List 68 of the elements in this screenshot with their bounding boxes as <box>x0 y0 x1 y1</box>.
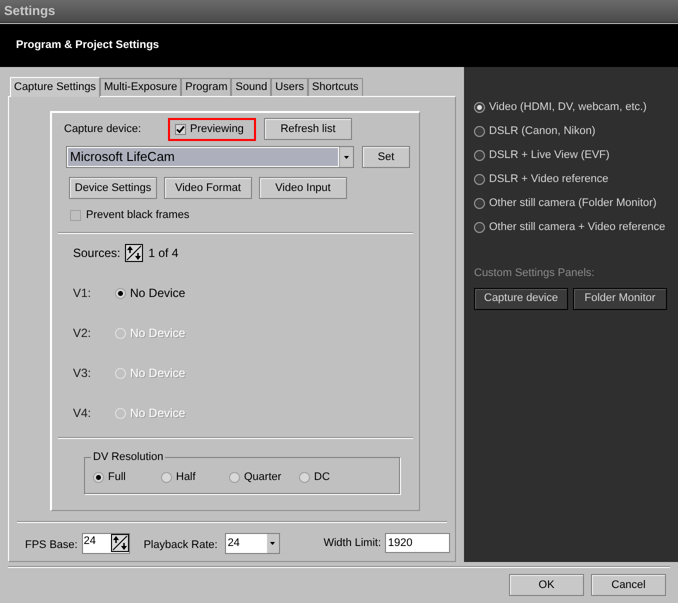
checkbox[interactable] <box>175 124 186 134</box>
dropdown-arrow-icon[interactable] <box>270 542 276 544</box>
group-title: DV Resolution <box>91 451 166 463</box>
camera-type-label: DSLR + Video reference <box>489 172 608 187</box>
tab[interactable]: Sound <box>231 78 272 96</box>
dialog-button[interactable]: OK <box>509 574 584 596</box>
radio-button[interactable] <box>474 222 485 232</box>
camera-type-label: Video (HDMI, DV, webcam, etc.) <box>489 100 647 115</box>
checkbox-label: Previewing <box>190 122 244 137</box>
playback-rate-dropdown[interactable]: 24 <box>224 532 280 554</box>
radio-button[interactable] <box>474 174 485 184</box>
custom-panel-button[interactable]: Folder Monitor <box>573 288 667 310</box>
window-title: Settings <box>4 2 56 20</box>
tab[interactable]: Multi-Exposure <box>100 78 182 96</box>
camera-type-label: DSLR (Canon, Nikon) <box>489 124 596 139</box>
tab[interactable]: Shortcuts <box>308 78 362 96</box>
radio-button[interactable] <box>474 126 485 136</box>
tab[interactable]: Program <box>181 78 232 96</box>
refresh-list-button[interactable]: Refresh list <box>264 118 352 140</box>
source-device: No Device <box>130 365 186 382</box>
camera-type-label: Other still camera (Folder Monitor) <box>489 196 656 211</box>
device-dropdown[interactable]: Microsoft LifeCam <box>66 146 354 168</box>
spinner-icon[interactable] <box>110 534 129 552</box>
radio-button[interactable] <box>474 102 485 112</box>
width-limit-field[interactable]: 1920 <box>385 533 450 553</box>
device-option-button[interactable]: Video Input <box>259 177 347 199</box>
dropdown-value: Microsoft LifeCam <box>68 148 338 166</box>
checkmark-icon <box>176 124 185 134</box>
source-label: V2: <box>73 325 92 342</box>
fps-base-label: FPS Base: <box>25 538 78 553</box>
tab[interactable]: Capture Settings <box>10 77 100 97</box>
sources-label: Sources: <box>73 245 120 262</box>
radio-button[interactable] <box>93 472 104 483</box>
dialog-button[interactable]: Cancel <box>591 574 666 596</box>
radio-button[interactable] <box>161 472 172 483</box>
capture-device-label: Capture device: <box>64 122 142 137</box>
custom-panels-label: Custom Settings Panels: <box>474 266 596 281</box>
custom-panel-button[interactable]: Capture device <box>474 288 568 310</box>
source-device: No Device <box>130 405 186 422</box>
spinner-icon[interactable] <box>125 244 144 262</box>
dropdown-arrow-icon[interactable] <box>344 156 349 158</box>
radio-button[interactable] <box>299 472 310 483</box>
radio-label: Half <box>176 470 196 486</box>
radio-button[interactable] <box>229 472 240 483</box>
radio-label: Quarter <box>244 470 282 486</box>
source-label: V1: <box>73 285 92 302</box>
source-label: V3: <box>73 365 92 382</box>
checkbox[interactable] <box>70 210 81 220</box>
camera-type-label: DSLR + Live View (EVF) <box>489 148 610 163</box>
source-device: No Device <box>130 325 186 342</box>
set-button[interactable]: Set <box>362 146 410 168</box>
radio-button[interactable] <box>474 150 485 160</box>
playback-rate-label: Playback Rate: <box>144 538 218 553</box>
device-option-button[interactable]: Device Settings <box>69 177 157 199</box>
source-device: No Device <box>130 285 186 302</box>
camera-type-label: Other still camera + Video reference <box>489 220 666 235</box>
tab[interactable]: Users <box>271 78 308 96</box>
header-title: Program & Project Settings <box>16 38 160 54</box>
radio-label: DC <box>314 470 330 486</box>
sources-count: 1 of 4 <box>148 245 178 262</box>
radio-button[interactable] <box>474 198 485 208</box>
width-limit-label: Width Limit: <box>324 536 382 551</box>
fps-base-field[interactable]: 24 <box>82 532 130 554</box>
checkbox-label: Prevent black frames <box>86 208 190 223</box>
radio-label: Full <box>108 470 126 486</box>
source-label: V4: <box>73 405 92 422</box>
device-option-button[interactable]: Video Format <box>164 177 252 199</box>
radio-button[interactable] <box>115 288 126 298</box>
